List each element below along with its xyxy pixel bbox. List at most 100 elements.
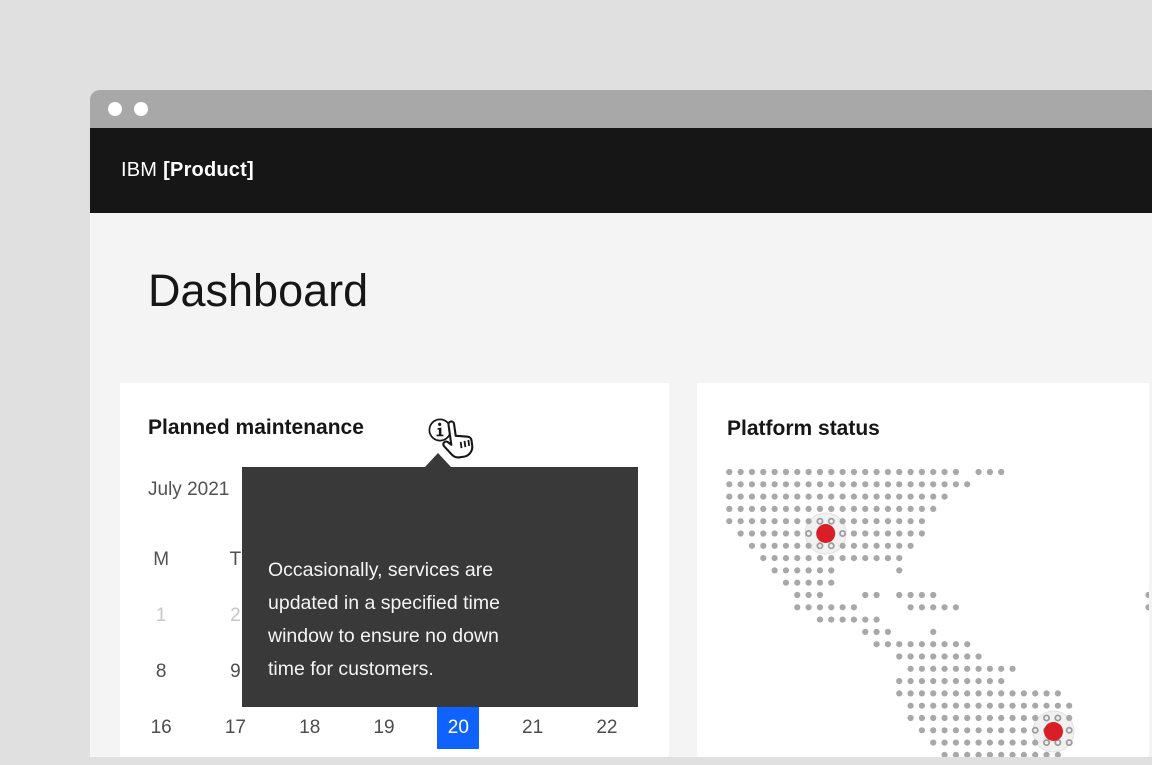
map-dot [794,518,800,524]
map-dot [930,740,936,746]
map-dot [783,481,789,487]
map-dot [941,666,947,672]
map-dot [828,481,834,487]
map-dot [1021,703,1027,709]
map-dot [930,469,936,475]
map-dot [953,653,959,659]
date-cell[interactable]: 21 [495,700,569,756]
map-dot [817,617,823,623]
map-dot [953,666,959,672]
map-dot [1043,752,1049,757]
map-dot [885,481,891,487]
map-dot [806,580,812,586]
platform-status-card: Platform status [697,383,1149,757]
map-dot [907,653,913,659]
map-dot [873,617,879,623]
map-dot [1009,703,1015,709]
map-dot [953,678,959,684]
date-cell[interactable]: 22 [570,700,644,756]
date-cell[interactable]: 8 [124,644,198,700]
window-control-dot[interactable] [134,102,148,116]
map-dot [919,727,925,733]
map-dot [851,617,857,623]
map-dot [941,752,947,757]
map-dot [772,518,778,524]
map-dot [896,555,902,561]
map-dot [738,494,744,500]
map-dot [953,641,959,647]
map-dot [1009,727,1015,733]
map-dot [975,727,981,733]
map-dot [964,690,970,696]
map-dot [941,494,947,500]
map-dot [919,469,925,475]
map-dot [794,580,800,586]
map-dot [783,494,789,500]
map-dot [1043,690,1049,696]
map-dot [953,481,959,487]
date-cell[interactable]: 17 [198,700,272,756]
map-dot [907,715,913,721]
map-dot [806,506,812,512]
map-dot [783,555,789,561]
map-dot [738,481,744,487]
map-dot [1021,690,1027,696]
map-dot [1055,752,1061,757]
map-dot [862,617,868,623]
map-dot [1066,715,1072,721]
maintenance-card-title: Planned maintenance [148,416,364,440]
map-dot [964,752,970,757]
map-dot [772,494,778,500]
map-dot [1032,690,1038,696]
map-dot [919,518,925,524]
browser-window: IBM[Product] Dashboard Planned maintenan… [90,90,1152,757]
map-dot [919,592,925,598]
planned-maintenance-card: Planned maintenance July 2021 MTWTFSS123… [120,383,669,757]
date-cell[interactable]: 16 [124,700,198,756]
map-dot [873,506,879,512]
map-dot [873,555,879,561]
map-dot [964,727,970,733]
map-dot [1021,727,1027,733]
map-dot [1066,703,1072,709]
date-cell[interactable]: 20 [421,700,495,756]
map-dot [862,629,868,635]
map-dot [1009,690,1015,696]
marketing-backdrop: IBM[Product] Dashboard Planned maintenan… [0,0,1152,765]
map-dot [873,629,879,635]
map-dot [862,518,868,524]
map-dot [806,494,812,500]
map-dot [828,617,834,623]
map-dot [941,481,947,487]
map-dot [930,690,936,696]
date-cell[interactable]: 18 [273,700,347,756]
map-dot [851,555,857,561]
map-dot [726,506,732,512]
map-dot [907,641,913,647]
map-dot [806,543,812,549]
map-dot [885,555,891,561]
map-dot [987,690,993,696]
map-dot [806,518,812,524]
map-dot [794,604,800,610]
map-dot [930,506,936,512]
map-dot [885,506,891,512]
map-dot [828,604,834,610]
window-control-dot[interactable] [108,102,122,116]
ibm-brand-text: IBM[Product] [121,159,254,182]
map-dot [930,494,936,500]
map-dot [1032,740,1038,746]
dashboard-page: Dashboard Planned maintenance July 2021 [90,213,1152,757]
date-cell[interactable]: 1 [124,588,198,644]
map-dot [930,715,936,721]
map-dot [896,690,902,696]
map-dot [907,666,913,672]
map-dot [726,469,732,475]
map-dot [941,727,947,733]
map-dot [885,543,891,549]
map-dot [760,518,766,524]
map-dot [794,592,800,598]
date-cell[interactable]: 19 [347,700,421,756]
map-dot [828,555,834,561]
map-dot [964,641,970,647]
